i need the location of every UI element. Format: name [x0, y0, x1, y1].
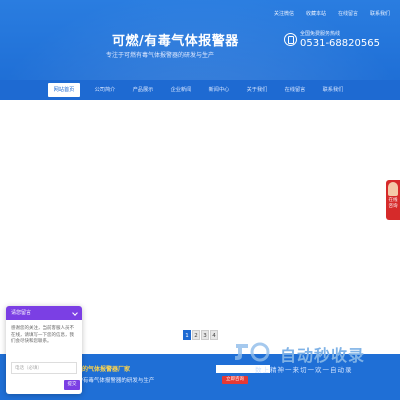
chat-header-title: 请您留言	[11, 310, 32, 316]
nav-item-products[interactable]: 产品展示	[124, 80, 162, 100]
top-links: 关注微信 收藏本站 在线留言 联系我们	[270, 10, 394, 17]
pager-page-2[interactable]: 2	[192, 330, 200, 340]
chevron-down-icon[interactable]	[72, 310, 78, 316]
site-title: 可燃/有毒气体报警器	[112, 34, 239, 49]
service-avatar-icon	[388, 182, 398, 196]
pager-page-1[interactable]: 1	[183, 330, 191, 340]
chat-phone-input[interactable]: 电话（必填）	[11, 362, 77, 374]
nav-item-about-us[interactable]: 关于我们	[238, 80, 276, 100]
nav-item-about[interactable]: 公司简介	[86, 80, 124, 100]
nav-item-message[interactable]: 在线留言	[276, 80, 314, 100]
pager-page-3[interactable]: 3	[201, 330, 209, 340]
top-link-wechat[interactable]: 关注微信	[270, 10, 298, 17]
banner-subtitle: 可燃/有毒气体报警器的研发与生产	[70, 378, 155, 384]
float-service-tab[interactable]: 在线咨询	[386, 180, 400, 220]
site-subtitle: 专注于可燃有毒气体报警器的研发与生产	[106, 52, 215, 59]
hotline: 全国免费服务热线 0531-68820565	[284, 30, 380, 49]
hotline-number: 0531-68820565	[300, 38, 380, 49]
nav-item-news[interactable]: 新闻中心	[200, 80, 238, 100]
chat-message: 感谢您的关注，当前客服人员不在线，请填写一下您的信息，我们会尽快和您联系。	[11, 326, 74, 344]
top-link-message[interactable]: 在线留言	[334, 10, 362, 17]
nav-item-contact[interactable]: 联系我们	[314, 80, 352, 100]
chat-widget: 请您留言 感谢您的关注，当前客服人员不在线，请填写一下您的信息，我们会尽快和您联…	[6, 306, 82, 394]
hotline-label: 全国免费服务热线	[300, 31, 341, 37]
chat-header[interactable]: 请您留言	[6, 306, 82, 320]
main-nav: 网站首页 公司简介 产品展示 企业新闻 新闻中心 关于我们 在线留言 联系我们	[0, 80, 400, 100]
watermark-subtext: 数上精神一来切一欢一自动录	[255, 366, 353, 374]
slider-pager: 1 2 3 4	[183, 330, 218, 340]
watermark-logo-icon	[235, 342, 270, 362]
site-header: 关注微信 收藏本站 在线留言 联系我们 可燃/有毒气体报警器 专注于可燃有毒气体…	[0, 0, 400, 80]
top-link-favorite[interactable]: 收藏本站	[302, 10, 330, 17]
watermark-text: 自动秒收录	[280, 346, 366, 365]
phone-icon	[284, 33, 297, 46]
float-service-label: 在线咨询	[388, 198, 398, 209]
pager-page-4[interactable]: 4	[210, 330, 218, 340]
nav-item-company-news[interactable]: 企业新闻	[162, 80, 200, 100]
chat-submit-button[interactable]: 提交	[64, 380, 80, 390]
nav-item-home[interactable]: 网站首页	[48, 83, 80, 97]
banner-submit-button[interactable]: 立即咨询	[222, 376, 248, 384]
top-link-contact[interactable]: 联系我们	[366, 10, 394, 17]
